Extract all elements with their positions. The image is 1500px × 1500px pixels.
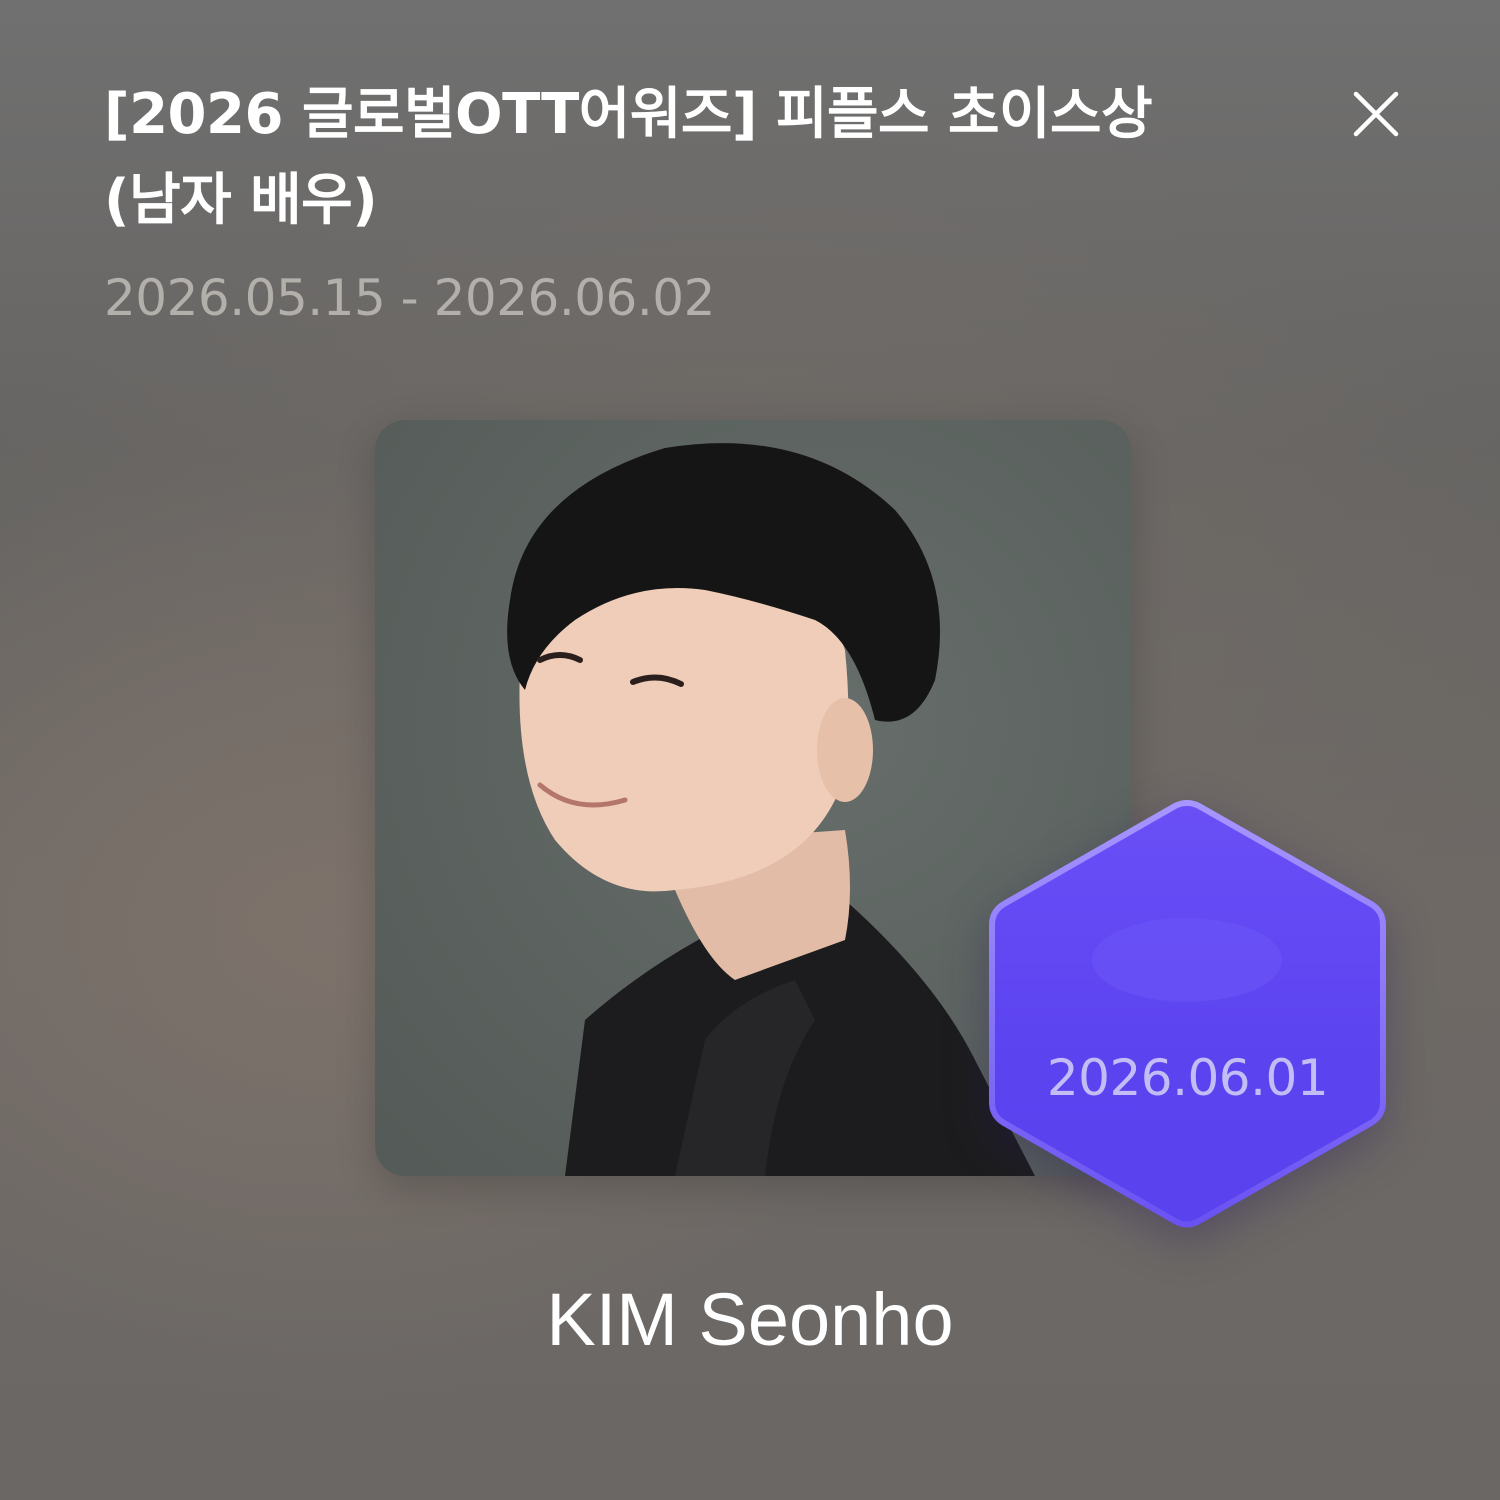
vote-badge: 2026.06.01 (985, 800, 1390, 1228)
vote-period: 2026.05.15 - 2026.06.02 (104, 269, 715, 327)
candidate-name: KIM Seonho (546, 1278, 954, 1361)
hexagon-badge-icon (989, 800, 1386, 1228)
vote-title: [2026 글로벌OTT어워즈] 피플스 초이스상 (남자 배우) (104, 82, 1153, 233)
vote-badge-date: 2026.06.01 (1046, 1049, 1329, 1107)
close-icon (1353, 91, 1399, 137)
close-button[interactable] (1346, 84, 1406, 144)
